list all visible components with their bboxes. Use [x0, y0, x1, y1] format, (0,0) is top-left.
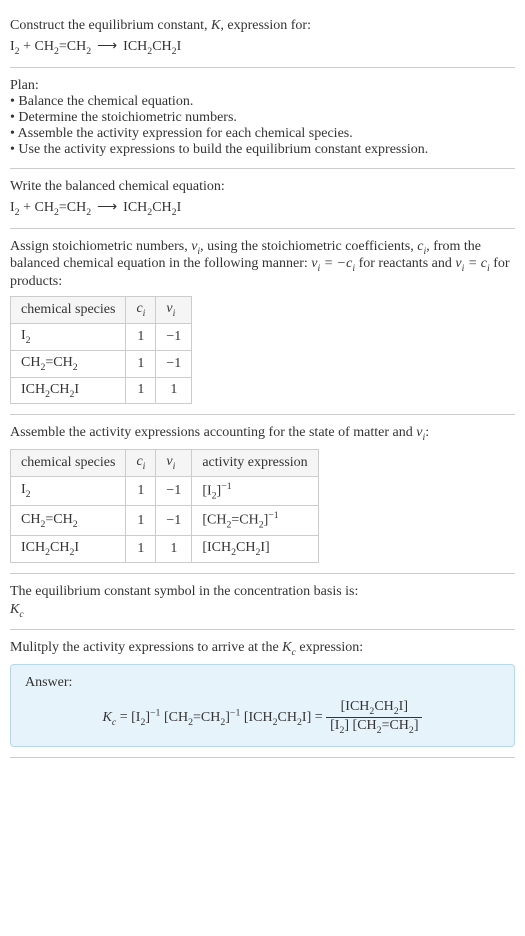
plan-item: Assemble the activity expression for eac… — [10, 126, 515, 142]
assign-rel2: νi = ci — [455, 256, 489, 271]
cell-nu: −1 — [156, 476, 192, 505]
assign-c: ci — [417, 239, 426, 254]
assemble-section: Assemble the activity expressions accoun… — [10, 415, 515, 573]
kc-sub: c — [19, 608, 23, 619]
balanced-section: Write the balanced chemical equation: I2… — [10, 169, 515, 229]
plan-heading: Plan: — [10, 78, 515, 94]
table-row: I2 1 −1 — [11, 323, 192, 350]
table-header-row: chemical species ci νi — [11, 297, 192, 324]
cell-c: 1 — [126, 377, 156, 404]
symbol-kc: Kc — [10, 602, 515, 620]
assign-t2: , using the stoichiometric coefficients, — [200, 239, 417, 254]
cell-species: ICH2CH2I — [11, 377, 126, 404]
mult-t2: expression: — [296, 640, 363, 655]
cell-c: 1 — [126, 476, 156, 505]
plan-item: Balance the chemical equation. — [10, 94, 515, 110]
cell-activity: [ICH2CH2I] — [192, 535, 318, 562]
rel1b: = −c — [320, 256, 352, 271]
cell-species: CH2=CH2 — [11, 350, 126, 377]
table-row: I2 1 −1 [I2]−1 — [11, 476, 319, 505]
fraction-num: [ICH2CH2I] — [326, 699, 422, 718]
col-activity: activity expression — [192, 450, 318, 477]
balanced-reaction: I2 + CH2=CH2⟶ICH2CH2I — [10, 199, 515, 218]
cell-c: 1 — [126, 323, 156, 350]
plan-list: Balance the chemical equation. Determine… — [10, 94, 515, 158]
assign-t4: for reactants and — [355, 256, 455, 271]
mult-K: K — [282, 640, 291, 655]
mult-kc: Kc — [282, 640, 296, 655]
balanced-heading: Write the balanced chemical equation: — [10, 179, 515, 195]
table-row: ICH2CH2I 1 1 [ICH2CH2I] — [11, 535, 319, 562]
multiply-section: Mulitply the activity expressions to arr… — [10, 630, 515, 757]
intro-line1b: , expression for: — [220, 18, 311, 33]
plan-section: Plan: Balance the chemical equation. Det… — [10, 68, 515, 169]
col-nu: νi — [156, 450, 192, 477]
intro-K: K — [211, 18, 220, 33]
reactant-i2: I2 — [10, 39, 20, 54]
col-c: ci — [126, 450, 156, 477]
assemble-text: Assemble the activity expressions accoun… — [10, 425, 515, 443]
cell-activity: [CH2=CH2]−1 — [192, 506, 318, 535]
assemble-t1: Assemble the activity expressions accoun… — [10, 425, 416, 440]
mult-t1: Mulitply the activity expressions to arr… — [10, 640, 282, 655]
kc-lhs: Kc — [103, 710, 117, 725]
term-i2: [I2]−1 — [131, 710, 160, 725]
assemble-nu: νi — [416, 425, 425, 440]
reactant-i2: I2 — [10, 200, 20, 215]
cell-nu: −1 — [156, 323, 192, 350]
rel2b: = c — [464, 256, 487, 271]
assign-text: Assign stoichiometric numbers, νi, using… — [10, 239, 515, 291]
fraction-den: [I2] [CH2=CH2] — [326, 718, 422, 736]
multiply-text: Mulitply the activity expressions to arr… — [10, 640, 515, 658]
cell-c: 1 — [126, 506, 156, 535]
cell-nu: −1 — [156, 506, 192, 535]
kc-K: K — [10, 602, 19, 617]
stoich-table: chemical species ci νi I2 1 −1 CH2=CH2 1… — [10, 296, 192, 404]
assemble-t2: : — [425, 425, 429, 440]
plan-item: Use the activity expressions to build th… — [10, 142, 515, 158]
answer-label: Answer: — [25, 675, 500, 691]
symbol-text: The equilibrium constant symbol in the c… — [10, 584, 515, 600]
intro-section: Construct the equilibrium constant, K, e… — [10, 8, 515, 68]
reactant-ethylene: CH2=CH2 — [34, 39, 91, 54]
table-header-row: chemical species ci νi activity expressi… — [11, 450, 319, 477]
cell-nu: 1 — [156, 377, 192, 404]
reaction-arrow-icon: ⟶ — [97, 39, 117, 54]
product-diiodoethane: ICH2CH2I — [123, 39, 181, 54]
assign-nu: νi — [191, 239, 200, 254]
term-product: [ICH2CH2I] — [244, 710, 311, 725]
answer-formula: Kc = [I2]−1 [CH2=CH2]−1 [ICH2CH2I] = [IC… — [25, 699, 500, 736]
cell-species: I2 — [11, 476, 126, 505]
cell-species: CH2=CH2 — [11, 506, 126, 535]
intro-reaction: I2 + CH2=CH2⟶ICH2CH2I — [10, 38, 515, 57]
col-species: chemical species — [11, 297, 126, 324]
table-row: CH2=CH2 1 −1 [CH2=CH2]−1 — [11, 506, 319, 535]
cell-species: ICH2CH2I — [11, 535, 126, 562]
assign-t1: Assign stoichiometric numbers, — [10, 239, 191, 254]
intro-line1: Construct the equilibrium constant, — [10, 18, 211, 33]
assign-rel1: νi = −ci — [311, 256, 355, 271]
symbol-section: The equilibrium constant symbol in the c… — [10, 574, 515, 631]
plan-item: Determine the stoichiometric numbers. — [10, 110, 515, 126]
reactant-ethylene: CH2=CH2 — [34, 200, 91, 215]
activity-table: chemical species ci νi activity expressi… — [10, 449, 319, 563]
intro-text: Construct the equilibrium constant, K, e… — [10, 18, 515, 34]
col-nu: νi — [156, 297, 192, 324]
reaction-arrow-icon: ⟶ — [97, 200, 117, 215]
assign-section: Assign stoichiometric numbers, νi, using… — [10, 229, 515, 416]
fraction: [ICH2CH2I] [I2] [CH2=CH2] — [326, 699, 422, 736]
cell-activity: [I2]−1 — [192, 476, 318, 505]
term-ethylene: [CH2=CH2]−1 — [164, 710, 240, 725]
cell-nu: 1 — [156, 535, 192, 562]
cell-species: I2 — [11, 323, 126, 350]
col-species: chemical species — [11, 450, 126, 477]
table-row: ICH2CH2I 1 1 — [11, 377, 192, 404]
product-diiodoethane: ICH2CH2I — [123, 200, 181, 215]
table-row: CH2=CH2 1 −1 — [11, 350, 192, 377]
answer-box: Answer: Kc = [I2]−1 [CH2=CH2]−1 [ICH2CH2… — [10, 664, 515, 747]
cell-nu: −1 — [156, 350, 192, 377]
cell-c: 1 — [126, 350, 156, 377]
col-c: ci — [126, 297, 156, 324]
cell-c: 1 — [126, 535, 156, 562]
